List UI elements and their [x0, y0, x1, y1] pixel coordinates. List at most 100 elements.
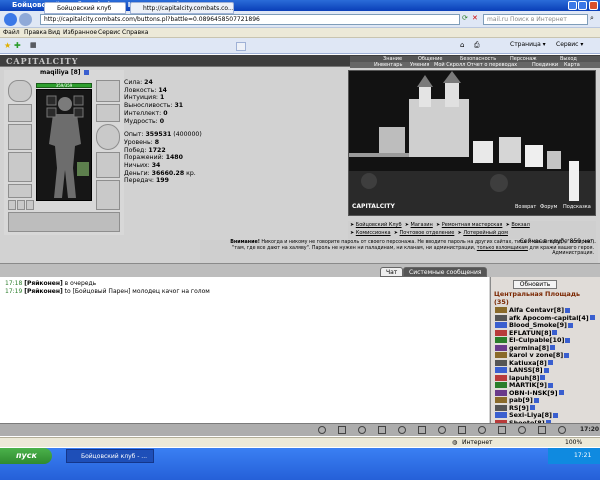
city-link[interactable]: ➤ Магазин — [405, 222, 433, 228]
scene-link-return[interactable]: Возврат — [515, 204, 536, 210]
search-icon[interactable]: ⌕ — [590, 14, 594, 23]
page-menu[interactable]: Страница ▾ — [510, 41, 546, 48]
toolbar-icon-8[interactable] — [458, 426, 466, 434]
toolbar-icon-3[interactable] — [358, 426, 366, 434]
nav-transfer-report[interactable]: Отчет о переводах — [467, 62, 517, 68]
menu-favorites[interactable]: Избранное — [63, 29, 97, 36]
refresh-button[interactable]: Обновить — [513, 280, 557, 289]
boots-slot[interactable] — [96, 180, 120, 210]
belt-slot[interactable] — [8, 184, 32, 198]
scene-link-help[interactable]: Подсказка — [563, 204, 591, 210]
address-input[interactable]: http://capitalcity.combats.com/buttons.p… — [40, 14, 460, 25]
nav-skills[interactable]: Умения — [410, 62, 429, 68]
city-link[interactable]: ➤ Лотерейный дом — [458, 230, 508, 236]
bracers-slot[interactable] — [96, 104, 120, 122]
back-button[interactable] — [4, 13, 17, 26]
taskbar-item-ie[interactable]: Бойцовский клуб - ... — [66, 449, 154, 463]
nav-map[interactable]: Карта — [564, 62, 580, 68]
armor-slot[interactable] — [8, 152, 32, 182]
info-icon[interactable] — [552, 330, 558, 335]
menu-tools[interactable]: Сервис — [98, 29, 120, 36]
info-icon[interactable] — [565, 337, 571, 343]
tab-list-icon[interactable]: ▦ — [30, 41, 37, 49]
info-icon[interactable] — [564, 352, 570, 358]
info-icon[interactable] — [558, 390, 564, 395]
chat-time[interactable]: 17:19 — [5, 288, 22, 295]
clan-badge-icon[interactable] — [495, 382, 507, 388]
helmet-slot[interactable] — [8, 80, 32, 102]
menu-view[interactable]: Вид — [48, 29, 60, 36]
tab-fight-club[interactable]: Бойцовский клуб — [44, 2, 126, 14]
warning-link[interactable]: только взломщикам — [477, 246, 528, 251]
weapon-slot[interactable] — [8, 124, 32, 150]
city-scene[interactable]: CAPITALCITY Возврат Форум Подсказка — [348, 70, 596, 216]
clan-badge-icon[interactable] — [495, 337, 507, 343]
nav-battles[interactable]: Поединки — [532, 62, 558, 68]
info-icon[interactable] — [533, 397, 539, 403]
menu-help[interactable]: Справка — [122, 29, 148, 36]
earrings-slot[interactable] — [96, 80, 120, 102]
toolbar-icon-13[interactable] — [558, 426, 566, 434]
chat-author[interactable]: [Ряйконен] — [24, 288, 63, 295]
shield-slot[interactable] — [96, 124, 120, 150]
character-avatar[interactable] — [36, 89, 92, 201]
clan-badge-icon[interactable] — [495, 329, 507, 336]
info-icon[interactable] — [83, 70, 89, 75]
gloves-slot[interactable] — [96, 152, 120, 178]
forward-button[interactable] — [19, 13, 32, 26]
clan-badge-icon[interactable] — [495, 352, 507, 358]
info-icon[interactable] — [567, 322, 573, 328]
clan-badge-icon[interactable] — [495, 397, 507, 403]
search-input[interactable]: mail.ru Поиск в Интернет — [483, 14, 588, 25]
favorites-star-icon[interactable]: ★ — [4, 41, 11, 50]
toolbar-icon-4[interactable] — [378, 426, 386, 434]
tab-system-messages[interactable]: Системные сообщения — [403, 267, 488, 277]
toolbar-icon-2[interactable] — [338, 426, 346, 434]
maximize-button[interactable] — [578, 1, 587, 10]
home-icon[interactable]: ⌂ — [460, 41, 464, 49]
toolbar-icon-1[interactable] — [318, 426, 326, 434]
info-icon[interactable] — [529, 405, 535, 410]
info-icon[interactable] — [589, 315, 595, 320]
toolbar-icon-9[interactable] — [478, 426, 486, 434]
ring-slot-2[interactable] — [17, 200, 25, 210]
info-icon[interactable] — [540, 375, 546, 380]
minimize-button[interactable] — [568, 1, 577, 10]
start-button[interactable]: пуск — [0, 448, 52, 464]
clan-badge-icon[interactable] — [495, 359, 507, 366]
nav-inventory[interactable]: Инвентарь — [374, 62, 402, 68]
toolbar-icon-11[interactable] — [518, 426, 526, 434]
chat-author[interactable]: [Ряйконен] — [24, 280, 63, 287]
character-name[interactable]: maqiliya [8] — [40, 69, 89, 76]
print-icon[interactable]: ⎙ — [474, 41, 480, 50]
clan-badge-icon[interactable] — [495, 389, 507, 396]
amulet-slot[interactable] — [8, 104, 32, 122]
tools-menu[interactable]: Сервис ▾ — [556, 41, 583, 48]
stop-icon[interactable]: ✕ — [472, 14, 478, 22]
city-link[interactable]: ➤ Ремонтная мастерская — [436, 222, 502, 228]
menu-edit[interactable]: Правка — [24, 29, 47, 36]
scene-link-forum[interactable]: Форум — [540, 204, 557, 210]
info-icon[interactable] — [547, 382, 553, 388]
clan-badge-icon[interactable] — [495, 344, 507, 351]
toolbar-icon-7[interactable] — [438, 426, 446, 434]
new-tab-button[interactable] — [236, 42, 246, 51]
close-button[interactable] — [589, 1, 598, 10]
tab-chat[interactable]: Чат — [380, 267, 404, 277]
info-icon[interactable] — [543, 367, 549, 373]
chat-time[interactable]: 17:18 — [5, 280, 22, 287]
zoom-level[interactable]: 100% — [565, 439, 582, 446]
info-icon[interactable] — [547, 360, 553, 365]
clan-badge-icon[interactable] — [495, 367, 507, 373]
city-link[interactable]: ➤ Бойцовский Клуб — [350, 222, 402, 228]
clan-badge-icon[interactable] — [495, 404, 507, 411]
info-icon[interactable] — [565, 307, 571, 313]
quick-items-slots[interactable] — [8, 212, 120, 232]
menu-file[interactable]: Файл — [3, 29, 20, 36]
ring-slot-3[interactable] — [26, 200, 34, 210]
clan-badge-icon[interactable] — [495, 412, 507, 418]
info-icon[interactable] — [552, 412, 558, 418]
clan-badge-icon[interactable] — [495, 374, 507, 381]
info-icon[interactable] — [550, 345, 556, 350]
ring-slot-1[interactable] — [8, 200, 16, 210]
